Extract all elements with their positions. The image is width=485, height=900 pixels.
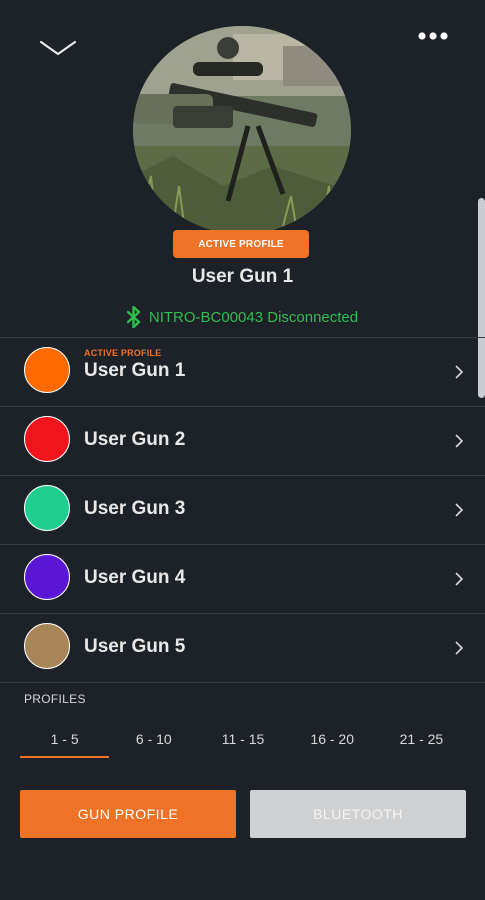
chevron-right-icon: [455, 365, 464, 379]
tab-profiles-21-25[interactable]: 21 - 25: [377, 722, 466, 760]
gun-profile-button[interactable]: GUN PROFILE: [20, 790, 236, 838]
tab-profiles-16-20[interactable]: 16 - 20: [288, 722, 377, 760]
more-options-button[interactable]: [410, 22, 456, 50]
profile-page-tabs: 1 - 5 6 - 10 11 - 15 16 - 20 21 - 25: [20, 722, 466, 760]
device-connection-status: NITRO-BC00043 Disconnected: [0, 302, 485, 332]
profile-color-swatch: [24, 347, 70, 393]
collapse-button[interactable]: [36, 30, 80, 60]
profiles-section-heading: PROFILES: [24, 692, 86, 706]
profile-color-swatch: [24, 623, 70, 669]
profile-photo: [133, 26, 351, 234]
bluetooth-icon: [126, 306, 141, 328]
chevron-right-icon: [455, 572, 464, 586]
profile-row-user-gun-4[interactable]: User Gun 4: [0, 544, 485, 613]
profile-name: User Gun 4: [84, 567, 186, 588]
tab-profiles-6-10[interactable]: 6 - 10: [109, 722, 198, 760]
profile-name: User Gun 1: [84, 360, 186, 381]
tab-profiles-1-5[interactable]: 1 - 5: [20, 722, 110, 760]
profile-name: User Gun 2: [84, 429, 186, 450]
profile-color-swatch: [24, 554, 70, 600]
profile-active-tag: ACTIVE PROFILE: [84, 348, 162, 358]
chevron-right-icon: [455, 641, 464, 655]
chevron-down-icon: [39, 40, 77, 56]
profile-row-user-gun-2[interactable]: User Gun 2: [0, 406, 485, 475]
bluetooth-button[interactable]: BLUETOOTH: [250, 790, 466, 838]
profile-row-user-gun-1[interactable]: ACTIVE PROFILE User Gun 1: [0, 337, 485, 406]
active-profile-name: User Gun 1: [191, 266, 294, 287]
chevron-right-icon: [455, 434, 464, 448]
more-dots-icon: [418, 32, 448, 40]
profile-color-swatch: [24, 485, 70, 531]
profile-list: ACTIVE PROFILE User Gun 1 User Gun 2 Use…: [0, 337, 485, 683]
profile-name: User Gun 3: [84, 498, 186, 519]
device-status-text: NITRO-BC00043 Disconnected: [148, 308, 359, 326]
profile-color-swatch: [24, 416, 70, 462]
tab-profiles-11-15[interactable]: 11 - 15: [198, 722, 287, 760]
active-profile-badge: ACTIVE PROFILE: [173, 230, 309, 258]
profile-row-user-gun-5[interactable]: User Gun 5: [0, 613, 485, 683]
chevron-right-icon: [455, 503, 464, 517]
profile-row-user-gun-3[interactable]: User Gun 3: [0, 475, 485, 544]
profile-name: User Gun 5: [84, 636, 186, 657]
